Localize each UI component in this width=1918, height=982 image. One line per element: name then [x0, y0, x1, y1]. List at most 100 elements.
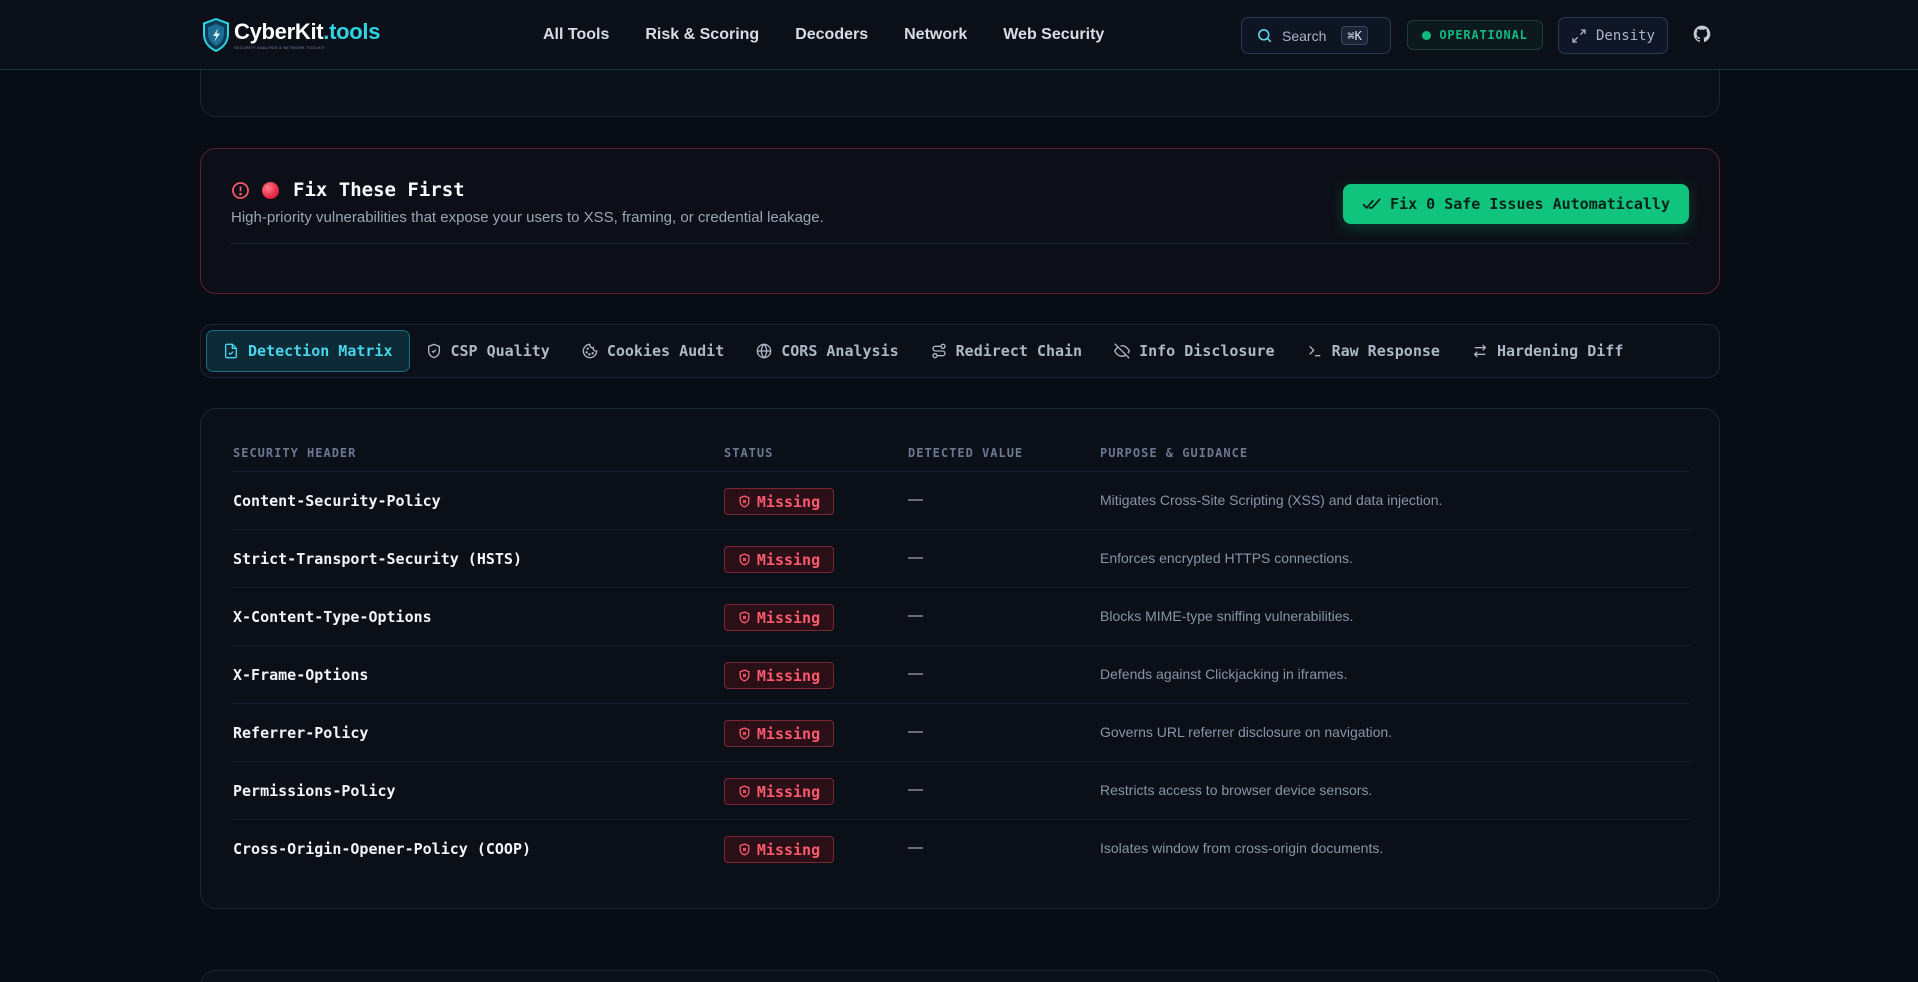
- shield-x-icon: [739, 843, 750, 856]
- fix-heading: Fix These First: [231, 179, 465, 201]
- column-header-detected-value: DETECTED VALUE: [908, 446, 1024, 460]
- table-row: Permissions-Policy Missing — Restricts a…: [232, 761, 1690, 819]
- terminal-icon: [1308, 345, 1320, 357]
- detected-value: —: [908, 781, 923, 798]
- nav-web-security[interactable]: Web Security: [1003, 26, 1104, 44]
- purpose-text: Blocks MIME-type sniffing vulnerabilitie…: [1100, 608, 1354, 624]
- shield-x-icon: [739, 611, 750, 624]
- tab-hardening-diff[interactable]: Hardening Diff: [1456, 330, 1639, 372]
- nav-risk-scoring[interactable]: Risk & Scoring: [645, 26, 759, 44]
- column-header-security-header: SECURITY HEADER: [233, 446, 357, 460]
- purpose-text: Defends against Clickjacking in iframes.: [1100, 666, 1348, 682]
- auto-fix-label: Fix 0 Safe Issues Automatically: [1390, 195, 1670, 213]
- status-badge: Missing: [724, 836, 834, 863]
- table-row: Referrer-Policy Missing — Governs URL re…: [232, 703, 1690, 761]
- next-section-card: [200, 970, 1720, 982]
- status-badge: Missing: [724, 488, 834, 515]
- tab-label: CORS Analysis: [781, 342, 899, 360]
- globe-icon: [756, 343, 772, 359]
- nav-decoders[interactable]: Decoders: [795, 26, 868, 44]
- table-row: Cross-Origin-Opener-Policy (COOP) Missin…: [232, 819, 1690, 877]
- status-label: Missing: [756, 840, 821, 859]
- route-icon: [931, 343, 946, 359]
- table-row: Strict-Transport-Security (HSTS) Missing…: [232, 529, 1690, 587]
- header-name: Strict-Transport-Security (HSTS): [233, 550, 522, 568]
- search-label: Search: [1282, 27, 1327, 44]
- tab-label: CSP Quality: [450, 342, 550, 360]
- detected-value: —: [908, 839, 923, 856]
- detected-value: —: [908, 723, 923, 740]
- file-check-icon: [225, 343, 237, 359]
- header-name: Content-Security-Policy: [233, 492, 441, 510]
- logo-tagline: SECURITY ANALYSIS & NETWORK TOOLKIT: [234, 45, 325, 50]
- status-label: Missing: [756, 550, 821, 569]
- tab-detection-matrix[interactable]: Detection Matrix: [206, 330, 410, 372]
- logo-wordmark: CyberKit: [234, 19, 324, 44]
- tab-cors-analysis[interactable]: CORS Analysis: [740, 330, 914, 372]
- detected-value: —: [908, 665, 923, 682]
- tab-label: Raw Response: [1331, 342, 1440, 360]
- tab-label: Hardening Diff: [1496, 342, 1624, 360]
- purpose-text: Governs URL referrer disclosure on navig…: [1100, 724, 1393, 740]
- header-name: Permissions-Policy: [233, 782, 396, 800]
- table-row: Content-Security-Policy Missing — Mitiga…: [232, 471, 1690, 529]
- density-label: Density: [1595, 27, 1655, 44]
- purpose-text: Isolates window from cross-origin docume…: [1100, 840, 1384, 856]
- density-button[interactable]: Density: [1558, 17, 1668, 54]
- shield-check-icon: [427, 343, 440, 359]
- fix-description: High-priority vulnerabilities that expos…: [231, 209, 824, 226]
- status-label: Missing: [756, 492, 821, 511]
- nav-network[interactable]: Network: [904, 26, 967, 44]
- tab-redirect-chain[interactable]: Redirect Chain: [915, 330, 1098, 372]
- auto-fix-button[interactable]: Fix 0 Safe Issues Automatically: [1343, 184, 1689, 224]
- column-header-status: STATUS: [724, 446, 774, 460]
- purpose-text: Mitigates Cross-Site Scripting (XSS) and…: [1100, 492, 1443, 508]
- tab-label: Redirect Chain: [955, 342, 1083, 360]
- status-badge: OPERATIONAL: [1407, 20, 1543, 50]
- status-label: Missing: [756, 608, 821, 627]
- detected-value: —: [908, 491, 923, 508]
- github-icon[interactable]: [1692, 24, 1712, 44]
- swap-icon: [1473, 344, 1487, 358]
- main-nav: All Tools Risk & Scoring Decoders Networ…: [543, 0, 1104, 70]
- tab-info-disclosure[interactable]: Info Disclosure: [1098, 330, 1290, 372]
- shield-logo-icon: [203, 18, 229, 52]
- divider: [231, 243, 1689, 244]
- purpose-text: Enforces encrypted HTTPS connections.: [1100, 550, 1353, 566]
- fix-title: Fix These First: [293, 179, 465, 201]
- purpose-text: Restricts access to browser device senso…: [1100, 782, 1373, 798]
- status-label: Missing: [756, 782, 821, 801]
- nav-all-tools[interactable]: All Tools: [543, 26, 609, 44]
- status-label: Missing: [756, 724, 821, 743]
- status-badge: Missing: [724, 546, 834, 573]
- analysis-tabs: Detection Matrix CSP Quality Cookies Aud…: [200, 324, 1720, 378]
- table-row: X-Frame-Options Missing — Defends agains…: [232, 645, 1690, 703]
- cookie-icon: [582, 343, 598, 359]
- tab-raw-response[interactable]: Raw Response: [1291, 330, 1456, 372]
- expand-arrows-icon: [1572, 28, 1586, 43]
- tab-cookies-audit[interactable]: Cookies Audit: [566, 330, 740, 372]
- shield-x-icon: [739, 669, 750, 682]
- shield-x-icon: [739, 785, 750, 798]
- status-badge: Missing: [724, 662, 834, 689]
- detection-matrix-table: SECURITY HEADER STATUS DETECTED VALUE PU…: [200, 408, 1720, 909]
- logo-wordmark-suffix: .tools: [323, 19, 381, 44]
- double-check-icon: [1362, 198, 1381, 209]
- status-badge: Missing: [724, 720, 834, 747]
- tab-label: Cookies Audit: [606, 342, 725, 360]
- search-icon: [1258, 29, 1272, 43]
- header-name: Cross-Origin-Opener-Policy (COOP): [233, 840, 532, 858]
- alert-circle-icon: [232, 181, 249, 199]
- search-button[interactable]: Search ⌘K: [1241, 17, 1391, 54]
- tab-csp-quality[interactable]: CSP Quality: [410, 330, 566, 372]
- status-badge: Missing: [724, 778, 834, 805]
- logo[interactable]: CyberKit.tools SECURITY ANALYSIS & NETWO…: [202, 17, 380, 53]
- shield-x-icon: [739, 553, 750, 566]
- shield-x-icon: [739, 495, 750, 508]
- red-circle-icon: [262, 181, 279, 199]
- status-label: OPERATIONAL: [1439, 28, 1528, 42]
- detected-value: —: [908, 549, 923, 566]
- header-name: X-Frame-Options: [233, 666, 369, 684]
- shield-x-icon: [739, 727, 750, 740]
- top-navbar: CyberKit.tools SECURITY ANALYSIS & NETWO…: [0, 0, 1918, 70]
